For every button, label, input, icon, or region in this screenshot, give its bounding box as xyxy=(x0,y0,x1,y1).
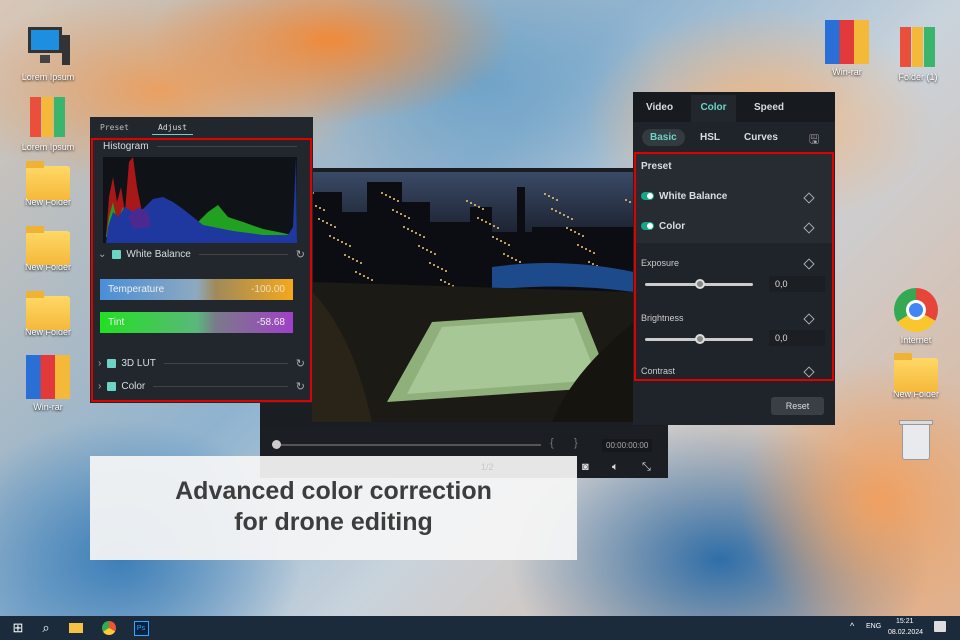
color-toggle[interactable] xyxy=(641,222,654,231)
mark-in-button[interactable]: { xyxy=(550,437,554,449)
photoshop-icon[interactable]: Ps xyxy=(127,616,155,640)
drone-footage xyxy=(312,182,634,422)
desktop-icon-binders[interactable]: Folder (1) xyxy=(883,25,953,82)
folder-icon xyxy=(26,226,70,265)
exposure-slider[interactable] xyxy=(645,279,753,289)
taskbar: ⊞ ⌕ Ps ^ ENG 15:21 08.02.2024 xyxy=(0,616,960,640)
brightness-label: Brightness xyxy=(641,313,684,323)
color-label: Color xyxy=(121,381,146,392)
desktop-icon-label: Lorem Ipsum xyxy=(21,142,75,152)
trash-icon xyxy=(894,418,938,462)
volume-icon[interactable]: 🔈︎ xyxy=(612,461,619,474)
snapshot-icon[interactable]: ◙ xyxy=(582,461,589,473)
mark-out-button[interactable]: } xyxy=(574,437,578,449)
page-indicator: 1/2 xyxy=(481,462,494,472)
save-icon[interactable]: 🖫 xyxy=(809,130,819,151)
notifications-icon[interactable] xyxy=(934,621,946,632)
white-balance-toggle[interactable] xyxy=(641,192,654,201)
color-label: Color xyxy=(659,221,686,232)
reset-button[interactable]: Reset xyxy=(771,397,824,415)
search-icon[interactable]: ⌕ xyxy=(32,616,60,640)
tab-video[interactable]: Video xyxy=(646,102,673,113)
contrast-label: Contrast xyxy=(641,366,676,376)
desktop-icon-label: Lorem Ipsum xyxy=(21,72,75,82)
tab-preset[interactable]: Preset xyxy=(100,123,129,132)
desktop-icon-folder[interactable]: New Folder xyxy=(13,225,83,272)
file-explorer-icon[interactable] xyxy=(62,616,90,640)
desktop-icon-trash[interactable] xyxy=(881,418,951,465)
timeline-scrubber[interactable] xyxy=(276,444,541,446)
video-player-window: { } 00:00:00:00 1/2 ◙ 🔈︎ ⤡ xyxy=(260,168,668,478)
binders-icon xyxy=(896,25,940,69)
temperature-slider[interactable]: Temperature -100.00 xyxy=(100,279,293,300)
winrar-icon xyxy=(825,20,869,64)
desktop-icon-label: Internet xyxy=(900,335,932,345)
timecode: 00:00:00:00 xyxy=(602,439,653,452)
white-balance-checkbox[interactable] xyxy=(112,250,122,259)
tint-slider[interactable]: Tint -58.68 xyxy=(100,312,293,333)
language-indicator[interactable]: ENG xyxy=(866,623,881,630)
subtab-curves[interactable]: Curves xyxy=(744,132,778,143)
3d-lut-label: 3D LUT xyxy=(121,358,156,369)
tab-speed[interactable]: Speed xyxy=(754,102,784,113)
desktop-icon-chrome[interactable]: Internet xyxy=(881,288,951,345)
desktop-icon-winrar[interactable]: Win-rar xyxy=(13,355,83,412)
folder-icon xyxy=(26,291,70,330)
tab-adjust[interactable]: Adjust xyxy=(152,123,193,135)
3d-lut-checkbox[interactable] xyxy=(107,359,117,368)
video-preview[interactable] xyxy=(312,172,634,422)
binders-icon xyxy=(26,95,70,139)
caption-line-1: Advanced color correction xyxy=(175,477,492,505)
desktop-icon-folder[interactable]: New Folder xyxy=(13,290,83,337)
playhead-handle[interactable] xyxy=(272,440,281,449)
brightness-input[interactable]: 0,0 xyxy=(769,330,825,346)
color-panel: Video Color Speed Basic HSL Curves 🖫 Pre… xyxy=(633,92,835,425)
desktop-icon-folder[interactable]: New Folder xyxy=(881,352,951,399)
start-button[interactable]: ⊞ xyxy=(4,616,32,640)
desktop-icon-label: Win-rar xyxy=(832,67,862,77)
tray-chevron-icon[interactable]: ^ xyxy=(850,621,854,631)
clock-date[interactable]: 08.02.2024 xyxy=(888,629,923,636)
brightness-slider[interactable] xyxy=(645,334,753,344)
desktop-icon-winrar[interactable]: Win-rar xyxy=(812,20,882,77)
folder-icon xyxy=(26,161,70,200)
reset-icon[interactable]: ↻ xyxy=(296,380,305,393)
exposure-label: Exposure xyxy=(641,258,680,268)
preset-label: Preset xyxy=(641,161,672,172)
tab-color[interactable]: Color xyxy=(691,95,736,122)
exposure-input[interactable]: 0,0 xyxy=(769,276,825,292)
reset-icon[interactable]: ↻ xyxy=(296,357,305,370)
chrome-icon[interactable] xyxy=(95,616,123,640)
folder-icon xyxy=(894,353,938,392)
subtab-basic[interactable]: Basic xyxy=(642,129,685,146)
reset-icon[interactable]: ↻ xyxy=(296,248,305,261)
desktop-icon-folder[interactable]: New Folder xyxy=(13,160,83,207)
subtab-hsl[interactable]: HSL xyxy=(700,132,720,143)
white-balance-label: White Balance xyxy=(126,249,191,260)
white-balance-label: White Balance xyxy=(659,191,728,202)
caption-line-2: for drone editing xyxy=(234,508,433,536)
histogram xyxy=(103,157,297,243)
fullscreen-icon[interactable]: ⤡ xyxy=(642,461,651,474)
chrome-icon xyxy=(894,288,938,332)
desktop-icon-binders[interactable]: Lorem Ipsum xyxy=(13,95,83,152)
computer-icon xyxy=(26,25,70,69)
desktop-icon-label: Win-rar xyxy=(33,402,63,412)
desktop-icon-computer[interactable]: Lorem Ipsum xyxy=(13,25,83,82)
caption-box: Advanced color correction for drone edit… xyxy=(90,456,577,560)
desktop-icon-label: Folder (1) xyxy=(898,72,938,82)
clock-time[interactable]: 15:21 xyxy=(896,618,914,625)
color-checkbox[interactable] xyxy=(107,382,117,391)
adjust-panel: Preset Adjust Histogram ⌄ White Balance ↻ … xyxy=(90,117,313,403)
histogram-label: Histogram xyxy=(103,141,149,152)
winrar-icon xyxy=(26,355,70,399)
